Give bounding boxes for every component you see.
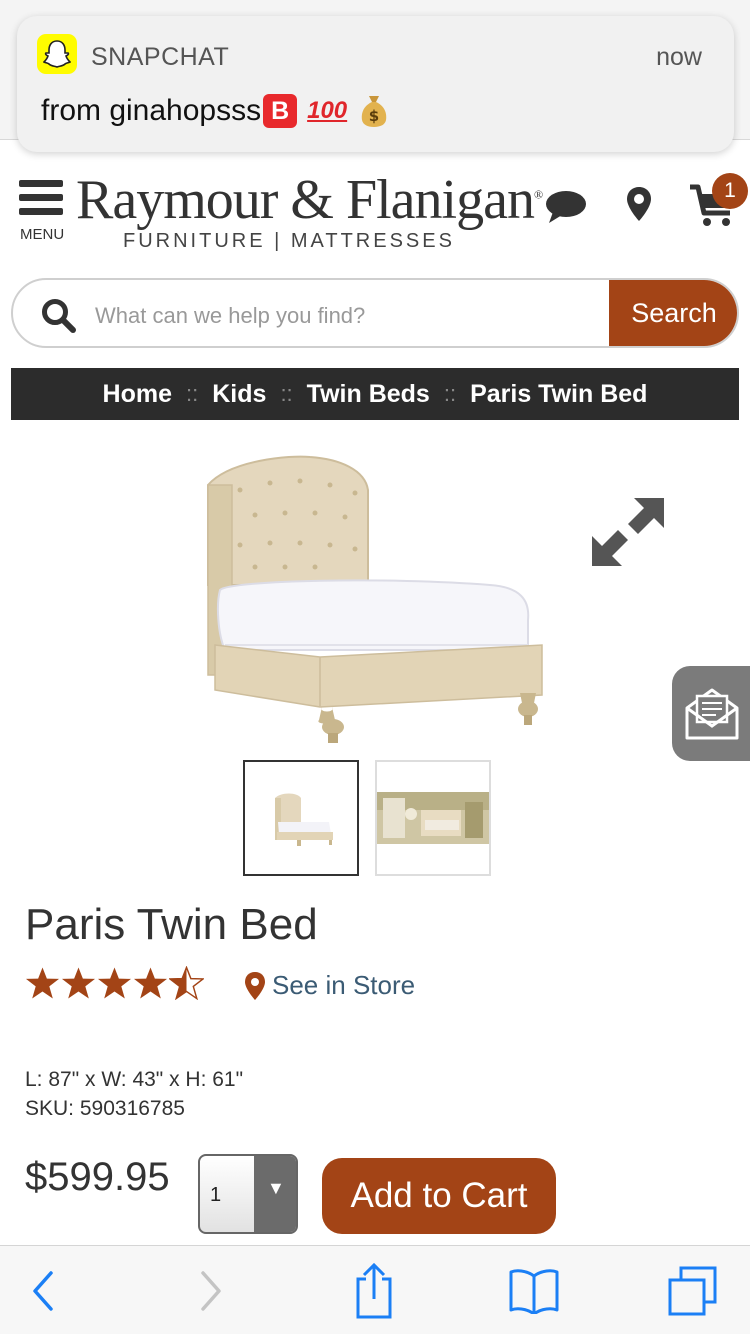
notification-app-name: SNAPCHAT — [91, 43, 230, 71]
breadcrumb-separator: :: — [280, 381, 293, 406]
share-button[interactable] — [334, 1246, 414, 1334]
breadcrumb: Home :: Kids :: Twin Beds :: Paris Twin … — [11, 368, 739, 420]
star-full-icon — [61, 967, 96, 999]
snapchat-app-icon — [37, 34, 77, 74]
brand-logo[interactable]: Raymour & Flanigan® FURNITURE | MATTRESS… — [76, 168, 543, 258]
breadcrumb-home[interactable]: Home — [103, 380, 172, 409]
star-full-icon — [133, 967, 168, 999]
breadcrumb-kids[interactable]: Kids — [212, 380, 266, 409]
snapchat-notification[interactable]: SNAPCHAT now from ginahopsss B 100 $ — [17, 16, 734, 152]
product-thumbnail[interactable] — [243, 760, 359, 876]
search-button[interactable]: Search — [609, 280, 737, 346]
see-in-store-link[interactable]: See in Store — [244, 970, 415, 1001]
tabs-button[interactable] — [653, 1246, 733, 1334]
chat-bubble-icon[interactable] — [545, 190, 587, 229]
menu-icon-bar — [19, 194, 63, 201]
breadcrumb-current: Paris Twin Bed — [470, 379, 648, 408]
star-full-icon — [25, 967, 60, 999]
breadcrumb-separator: :: — [443, 381, 457, 406]
back-icon — [33, 1270, 53, 1311]
menu-button[interactable]: MENU — [19, 180, 67, 244]
star-rating[interactable] — [25, 966, 205, 1000]
location-pin-icon[interactable] — [626, 186, 652, 227]
product-thumbnail-room[interactable] — [375, 760, 491, 876]
money-bag-emoji-icon: $ — [359, 94, 389, 128]
star-full-icon — [97, 967, 132, 999]
notification-message: from ginahopsss B 100 $ — [41, 94, 389, 128]
logo-tagline: FURNITURE | MATTRESSES — [123, 230, 455, 252]
notification-time: now — [656, 43, 702, 71]
back-button[interactable] — [3, 1246, 83, 1334]
add-to-cart-button[interactable]: Add to Cart — [322, 1158, 556, 1234]
tabs-icon — [668, 1266, 717, 1315]
quantity-dropdown-arrow[interactable]: ▼ — [254, 1156, 296, 1232]
search-icon — [41, 298, 77, 339]
notification-message-text: from ginahopsss — [41, 94, 262, 127]
product-specs: L: 87" x W: 43" x H: 61" SKU: 590316785 — [25, 1065, 243, 1123]
chevron-down-icon: ▼ — [267, 1178, 285, 1198]
see-in-store-label: See in Store — [272, 970, 416, 1000]
product-title: Paris Twin Bed — [25, 900, 318, 949]
product-main-image[interactable] — [190, 445, 560, 755]
forward-button[interactable] — [171, 1246, 251, 1334]
product-sku: SKU: 590316785 — [25, 1097, 185, 1120]
expand-image-icon[interactable] — [590, 494, 666, 570]
share-icon — [356, 1262, 392, 1318]
search-bar[interactable]: What can we help you find? Search — [11, 278, 739, 348]
location-pin-icon — [245, 971, 265, 1000]
bookmarks-button[interactable] — [494, 1246, 574, 1334]
browser-toolbar — [0, 1245, 750, 1334]
quantity-value: 1 — [210, 1184, 222, 1206]
hundred-emoji-icon: 100 — [307, 97, 348, 124]
quantity-select[interactable]: 1 ▼ — [198, 1154, 298, 1234]
cart-count-badge: 1 — [712, 173, 748, 209]
menu-icon-bar — [19, 180, 63, 187]
svg-text:$: $ — [369, 107, 379, 125]
envelope-message-icon — [685, 688, 739, 740]
logo-wordmark: Raymour & Flanigan® — [76, 169, 543, 231]
breadcrumb-separator: :: — [186, 381, 199, 406]
star-half-icon — [169, 966, 204, 1000]
product-dimensions: L: 87" x W: 43" x H: 61" — [25, 1068, 244, 1091]
breadcrumb-twin-beds[interactable]: Twin Beds — [307, 380, 430, 409]
bookmarks-icon — [509, 1268, 559, 1314]
product-price: $599.95 — [25, 1155, 170, 1199]
feedback-tab[interactable] — [672, 666, 750, 761]
menu-label: MENU — [20, 226, 65, 243]
b-emoji-icon: B — [263, 94, 298, 128]
menu-icon-bar — [19, 208, 63, 215]
forward-icon — [201, 1270, 221, 1311]
search-input[interactable]: What can we help you find? — [95, 303, 365, 329]
